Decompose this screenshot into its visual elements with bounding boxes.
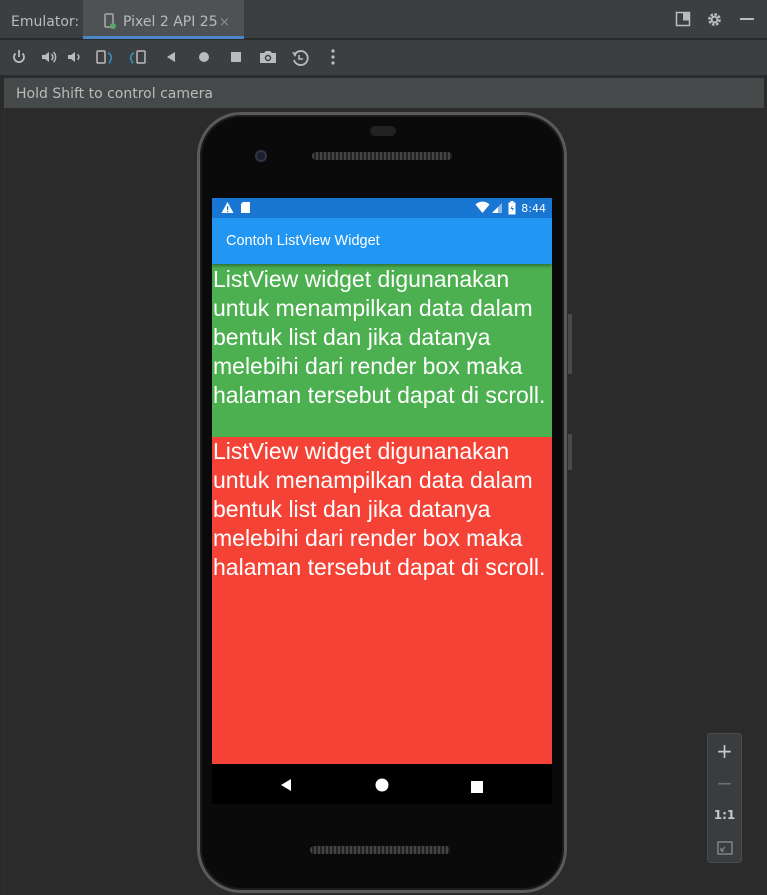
emulator-toolbar — [0, 40, 767, 76]
zoom-in-button[interactable]: + — [708, 739, 741, 763]
list-item: ListView widget digunanakan untuk menamp… — [212, 264, 552, 437]
home-icon[interactable] — [195, 48, 215, 68]
android-status-bar: 8:44 — [212, 198, 552, 218]
minimize-icon[interactable] — [739, 11, 755, 31]
camera-hint-text: Hold Shift to control camera — [16, 86, 213, 102]
nav-back-icon[interactable] — [280, 777, 294, 796]
signal-icon — [491, 202, 503, 217]
sd-card-icon — [240, 201, 251, 217]
app-bar: Contoh ListView Widget — [212, 218, 552, 264]
rotate-left-icon[interactable] — [95, 48, 115, 68]
warning-icon — [221, 201, 234, 217]
snapshot-restore-icon[interactable] — [290, 48, 310, 68]
bottom-speaker — [310, 846, 450, 854]
app-bar-title: Contoh ListView Widget — [226, 233, 380, 249]
power-side-button[interactable] — [568, 434, 572, 470]
volume-button[interactable] — [568, 314, 572, 374]
emulator-tabbar: Emulator: Pixel 2 API 25 × — [0, 0, 767, 39]
tab-pixel-2-api-25[interactable]: Pixel 2 API 25 × — [83, 0, 244, 39]
status-time: 8:44 — [521, 202, 546, 215]
front-camera-icon — [255, 150, 267, 162]
nav-overview-icon[interactable] — [471, 778, 483, 797]
screenshot-camera-icon[interactable] — [258, 48, 278, 68]
wifi-icon — [475, 201, 490, 217]
proximity-sensor — [370, 126, 396, 136]
tab-title: Pixel 2 API 25 — [123, 14, 218, 30]
overview-icon[interactable] — [227, 48, 247, 68]
zoom-controls: + − 1:1 — [707, 733, 742, 863]
top-speaker — [312, 152, 452, 160]
camera-hint-bar: Hold Shift to control camera — [4, 78, 764, 108]
gear-icon[interactable] — [706, 11, 723, 32]
more-options-icon[interactable] — [326, 48, 346, 68]
window-mode-icon[interactable] — [675, 11, 691, 31]
fit-screen-icon[interactable] — [717, 840, 733, 859]
list-item: ListView widget digunanakan untuk menamp… — [212, 437, 552, 764]
battery-icon — [508, 201, 516, 218]
close-tab-icon[interactable]: × — [219, 15, 230, 30]
volume-up-icon[interactable] — [40, 48, 60, 68]
android-nav-bar — [212, 764, 552, 804]
back-icon[interactable] — [163, 48, 183, 68]
volume-down-icon[interactable] — [66, 48, 86, 68]
emulator-label: Emulator: — [11, 14, 80, 30]
zoom-out-button[interactable]: − — [708, 771, 741, 795]
actual-size-button[interactable]: 1:1 — [708, 808, 741, 822]
rotate-right-icon[interactable] — [127, 48, 147, 68]
device-screen[interactable]: 8:44 Contoh ListView Widget ListView wid… — [212, 198, 552, 764]
power-icon[interactable] — [10, 48, 30, 68]
device-icon — [103, 13, 117, 33]
nav-home-icon[interactable] — [375, 777, 389, 796]
active-tab-indicator — [83, 36, 244, 39]
